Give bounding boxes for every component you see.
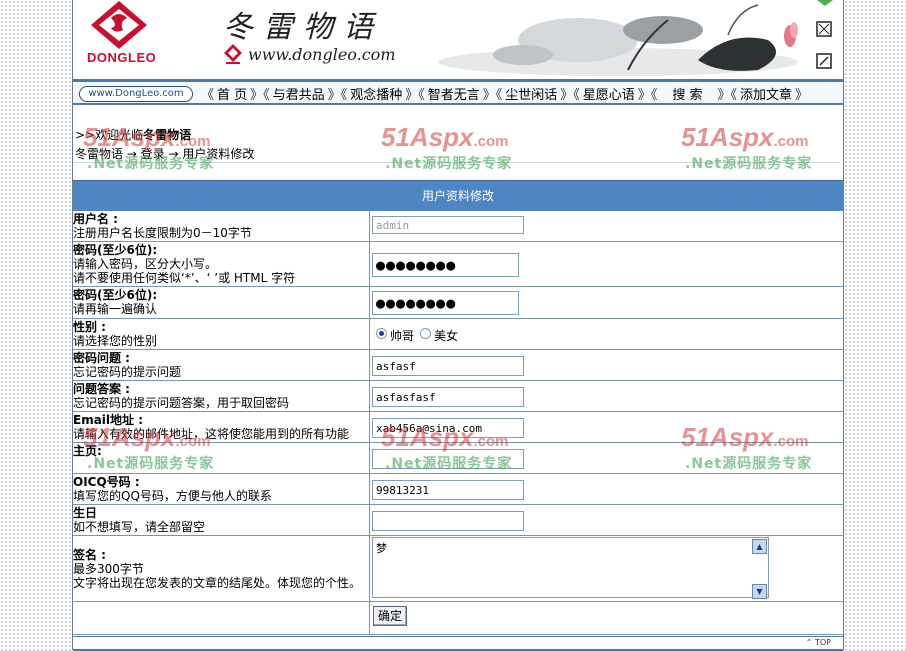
row-password-confirm: 密码(至少6位): 请再输一遍确认 ●●●●●●●● [73, 287, 843, 319]
nav-item-wishes[interactable]: 星愿心语 [581, 84, 637, 103]
logo-text: DONGLEO [87, 50, 157, 65]
password-input[interactable]: ●●●●●●●● [372, 253, 519, 277]
gender-label-female[interactable]: 美女 [434, 327, 458, 344]
row-oicq: OICQ号码 : 填写您的QQ号码，方便与他人的联系 99813231 [73, 474, 843, 505]
row-username: 用户名 : 注册用户名长度限制为0－10字节 admin [73, 211, 843, 242]
gender-radio-male[interactable] [376, 328, 387, 339]
row-answer: 问题答案 : 忘记密码的提示问题答案，用于取回密码 asfasfasf [73, 381, 843, 412]
username-input[interactable]: admin [372, 216, 524, 234]
site-title: 冬雷物语 [223, 10, 383, 45]
nav-item-search[interactable]: 搜 索 [658, 84, 716, 103]
row-signature: 签名 : 最多300字节 文字将出现在您发表的文章的结尾处。体现您的个性。 梦 ▲ … [73, 536, 843, 602]
row-email: Email地址 : 请输入有效的邮件地址，这将使您能用到的所有功能 xab456a… [73, 412, 843, 443]
row-gender: 性别 : 请选择您的性别 帅哥 美女 [73, 319, 843, 350]
scroll-down-icon[interactable]: ▼ [752, 584, 767, 599]
password-confirm-input[interactable]: ●●●●●●●● [372, 291, 519, 315]
site-url-pill[interactable]: www.DongLeo.com [79, 86, 193, 102]
email-input[interactable]: xab456a@sina.com [372, 418, 524, 438]
site-header: DONGLEO 冬雷物语 www.dongleo.com [73, 0, 843, 78]
signature-textarea[interactable]: 梦 [372, 537, 769, 598]
nav-item-share[interactable]: 与君共品 [271, 84, 327, 103]
row-question: 密码问题 : 忘记密码的提示问题 asfasf [73, 350, 843, 381]
nav-item-home[interactable]: 首 页 [215, 84, 249, 103]
nav-items: 《首 页》《 与君共品 》《 观念播种 》《 智者无言 》《 尘世闲话 》《 星愿心语 》《搜 索》… [200, 84, 809, 103]
small-logo-icon [224, 44, 242, 64]
form-title: 用户资料修改 [73, 180, 843, 211]
breadcrumb: 冬雷物语 → 登录 → 用户资料修改 [73, 146, 841, 163]
footer-bar: ⌃ TOP [73, 636, 843, 651]
nav-item-ideas[interactable]: 观念播种 [348, 84, 404, 103]
dongleo-logo-icon[interactable] [89, 0, 149, 50]
page-container: DONGLEO 冬雷物语 www.dongleo.com www.DongLeo… [72, 0, 844, 651]
oicq-input[interactable]: 99813231 [372, 480, 524, 500]
ink-painting-banner [438, 4, 798, 76]
back-to-top-link[interactable]: ⌃ TOP [806, 637, 831, 648]
welcome-site-name: 冬雷物语 [143, 128, 192, 142]
header-side-icons [816, 0, 833, 69]
scroll-up-icon[interactable]: ▲ [752, 539, 767, 554]
welcome-text: >>欢迎光临冬雷物语 [75, 128, 192, 142]
answer-input[interactable]: asfasfasf [372, 387, 524, 407]
nav-item-wisdom[interactable]: 智者无言 [426, 84, 482, 103]
row-homepage: 主页: [73, 443, 843, 474]
gender-radio-female[interactable] [420, 328, 431, 339]
row-password: 密码(至少6位): 请输入密码，区分大小写。 请不要使用任何类似‘*’、‘ ’或 H… [73, 242, 843, 287]
row-submit: 确定 [73, 602, 843, 635]
gender-label-male[interactable]: 帅哥 [390, 327, 414, 344]
nav-item-chat[interactable]: 尘世闲话 [503, 84, 559, 103]
question-input[interactable]: asfasf [372, 356, 524, 376]
row-birthday: 生日 如不想填写，请全部留空 [73, 505, 843, 536]
site-url: www.dongleo.com [248, 45, 396, 64]
submit-button[interactable]: 确定 [373, 606, 408, 626]
homepage-input[interactable] [372, 449, 524, 469]
main-nav-bar: www.DongLeo.com 《首 页》《 与君共品 》《 观念播种 》《 智者无言 》《… [73, 79, 843, 105]
birthday-input[interactable] [372, 511, 524, 531]
nav-item-add-article[interactable]: 添加文章 [738, 84, 794, 103]
